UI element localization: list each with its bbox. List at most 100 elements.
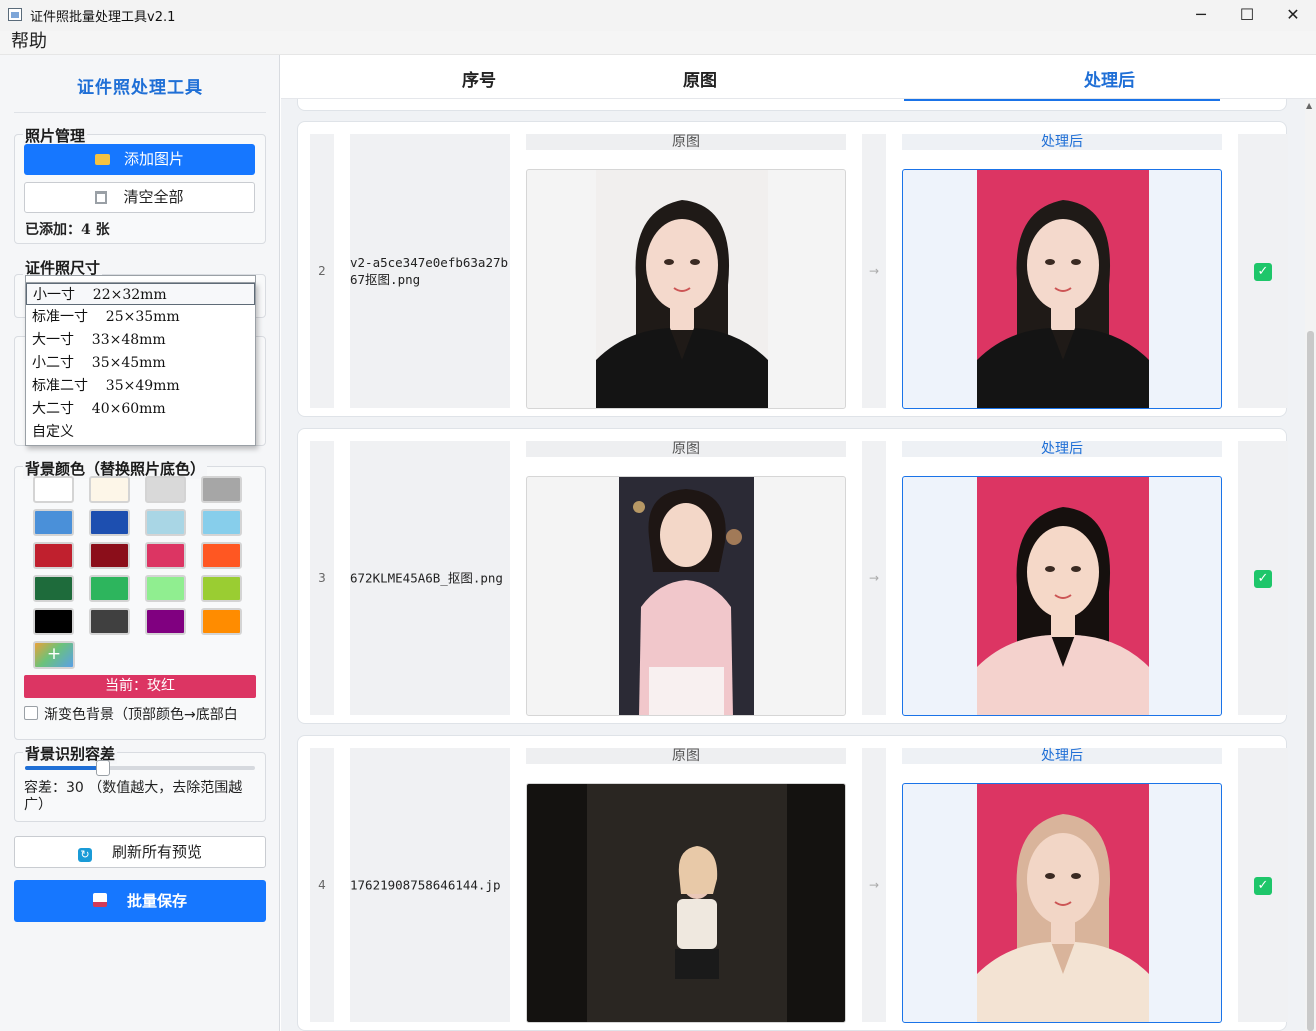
title-bar: 证件照批量处理工具v2.1 ─ ☐ ✕ [0, 0, 1316, 31]
select-cell: ✓ [1238, 748, 1288, 1022]
size-option[interactable]: 小一寸 22×32mm [26, 283, 255, 305]
arrow-icon: → [862, 748, 886, 1022]
size-option[interactable]: 自定义 [26, 421, 255, 443]
table-row: 2 v2-a5ce347e0efb63a27b67抠图.png 原图 → 处理后 ✓ [297, 121, 1288, 417]
color-swatch[interactable] [201, 575, 242, 602]
size-option[interactable]: 标准一寸 25×35mm [26, 306, 255, 328]
processed-image[interactable] [902, 169, 1222, 409]
row-filename-cell: 672KLME45A6B_抠图.png [350, 441, 510, 715]
color-swatch[interactable] [89, 608, 130, 635]
row-index: 3 [310, 441, 334, 715]
color-swatch[interactable] [201, 509, 242, 536]
window-title: 证件照批量处理工具v2.1 [30, 10, 176, 25]
row-checkbox[interactable]: ✓ [1254, 570, 1272, 588]
added-count: 已添加：4 张 [25, 222, 110, 238]
row-index: 2 [310, 134, 334, 408]
menu-help[interactable]: 帮助 [11, 31, 47, 53]
row-filename: 17621908758646144.jp [350, 877, 501, 893]
color-swatch[interactable] [201, 476, 242, 503]
maximize-button[interactable]: ☐ [1224, 0, 1270, 31]
select-cell: ✓ [1238, 441, 1288, 715]
row-filename: 672KLME45A6B_抠图.png [350, 570, 503, 586]
color-swatch[interactable] [145, 476, 186, 503]
current-color-bar: 当前：玫红 [24, 675, 256, 698]
color-swatch[interactable] [145, 542, 186, 569]
refresh-label: 刷新所有预览 [111, 843, 202, 861]
original-image[interactable] [526, 169, 846, 409]
row-filename-cell: v2-a5ce347e0efb63a27b67抠图.png [350, 134, 510, 408]
processed-label: 处理后 [902, 748, 1222, 764]
row-filename: v2-a5ce347e0efb63a27b67抠图.png [350, 255, 509, 287]
original-label: 原图 [526, 748, 846, 764]
refresh-previews-button[interactable]: ↻ 刷新所有预览 [14, 836, 266, 868]
header-processed: 处理后 [1084, 71, 1135, 91]
original-image[interactable] [526, 783, 846, 1023]
row-filename-cell: 17621908758646144.jp [350, 748, 510, 1022]
clear-all-label: 清空全部 [123, 188, 184, 206]
processed-label: 处理后 [902, 441, 1222, 457]
processed-image[interactable] [902, 783, 1222, 1023]
close-button[interactable]: ✕ [1270, 0, 1316, 31]
row-checkbox[interactable]: ✓ [1254, 877, 1272, 895]
gradient-checkbox[interactable] [24, 706, 38, 720]
color-swatch[interactable] [145, 608, 186, 635]
sidebar-title: 证件照处理工具 [77, 78, 203, 98]
floppy-disk-icon [92, 893, 107, 907]
size-option[interactable]: 大二寸 40×60mm [26, 398, 255, 420]
row-index: 4 [310, 748, 334, 1022]
folder-icon [94, 154, 110, 165]
scrollbar-thumb[interactable] [1307, 331, 1314, 1031]
header-index: 序号 [462, 71, 496, 91]
tolerance-slider-thumb[interactable] [96, 760, 110, 776]
color-swatch[interactable] [145, 575, 186, 602]
scrollbar[interactable]: ▲ [1305, 99, 1316, 1031]
color-swatch[interactable] [145, 509, 186, 536]
original-label: 原图 [526, 134, 846, 150]
size-option[interactable]: 大一寸 33×48mm [26, 329, 255, 351]
color-swatch[interactable] [89, 542, 130, 569]
size-option[interactable]: 小二寸 35×45mm [26, 352, 255, 374]
clear-all-button[interactable]: 清空全部 [24, 182, 255, 213]
previous-card-edge [297, 99, 1287, 111]
gradient-label: 渐变色背景（顶部颜色→底部白 [44, 707, 238, 723]
minimize-button[interactable]: ─ [1178, 0, 1224, 31]
table-header: 序号 原图 处理后 [281, 55, 1316, 99]
batch-save-button[interactable]: 批量保存 [14, 880, 266, 922]
batch-save-label: 批量保存 [126, 892, 187, 910]
photo-list: 2 v2-a5ce347e0efb63a27b67抠图.png 原图 → 处理后 ✓ 3 67… [281, 99, 1305, 1031]
arrow-icon: → [862, 441, 886, 715]
add-image-button[interactable]: 添加图片 [24, 144, 255, 175]
trash-icon [95, 191, 108, 204]
color-swatch[interactable] [201, 542, 242, 569]
color-swatch[interactable] [89, 476, 130, 503]
color-swatch[interactable] [89, 509, 130, 536]
color-swatch[interactable] [33, 542, 74, 569]
color-swatch[interactable] [201, 608, 242, 635]
custom-color-button[interactable]: + [33, 641, 75, 669]
menu-bar: 帮助 [0, 31, 1316, 55]
size-option[interactable]: 标准二寸 35×49mm [26, 375, 255, 397]
add-image-label: 添加图片 [123, 150, 184, 168]
color-swatch[interactable] [89, 575, 130, 602]
original-label: 原图 [526, 441, 846, 457]
original-image[interactable] [526, 476, 846, 716]
sidebar: 证件照处理工具 照片管理 添加图片 清空全部 已添加：4 张 证件照尺寸 背景颜… [0, 55, 280, 1031]
scroll-up-icon[interactable]: ▲ [1306, 101, 1312, 110]
color-swatch[interactable] [33, 608, 74, 635]
processed-label: 处理后 [902, 134, 1222, 150]
previous-card-processed-edge [904, 99, 1220, 101]
color-swatch[interactable] [33, 476, 74, 503]
table-row: 4 17621908758646144.jp 原图 → 处理后 ✓ [297, 735, 1288, 1031]
arrow-icon: → [862, 134, 886, 408]
color-swatch[interactable] [33, 575, 74, 602]
table-row: 3 672KLME45A6B_抠图.png 原图 → 处理后 ✓ [297, 428, 1288, 724]
size-dropdown-list: 小一寸 22×32mm 标准一寸 25×35mm 大一寸 33×48mm 小二寸 35… [25, 282, 256, 446]
color-swatch[interactable] [33, 509, 74, 536]
photo-group-title: 照片管理 [23, 125, 88, 146]
divider [14, 112, 266, 113]
select-cell: ✓ [1238, 134, 1288, 408]
processed-image[interactable] [902, 476, 1222, 716]
tolerance-slider-fill [25, 766, 101, 770]
row-checkbox[interactable]: ✓ [1254, 263, 1272, 281]
header-original: 原图 [683, 71, 717, 91]
